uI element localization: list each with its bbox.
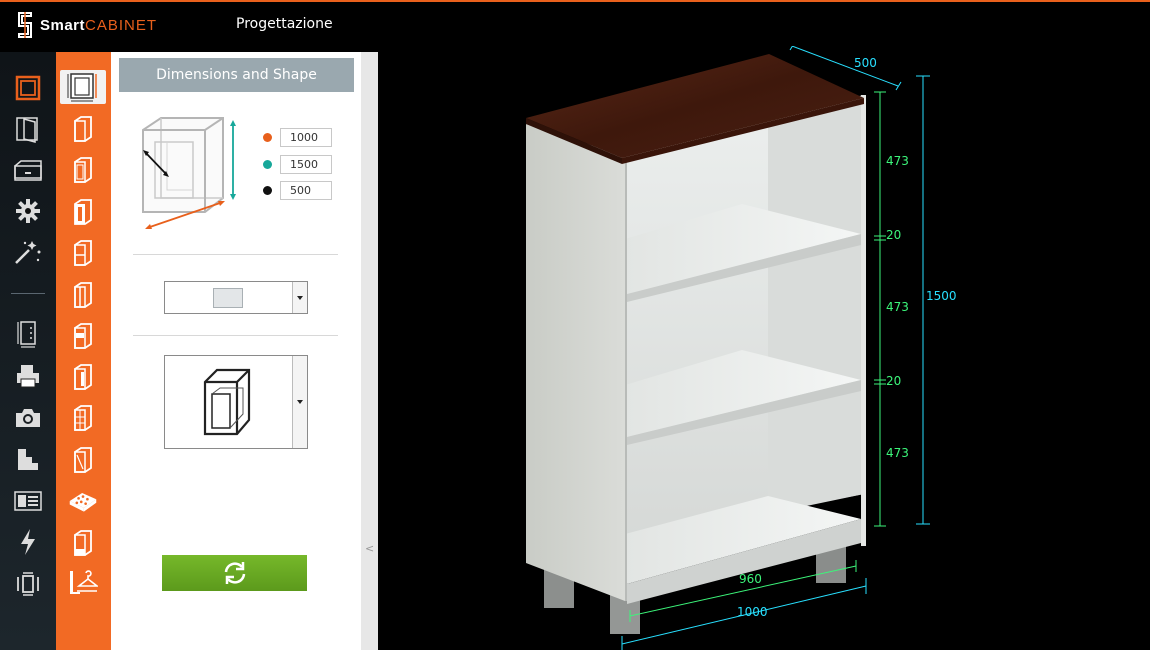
hanger-rail-icon[interactable] (68, 565, 98, 599)
cabinet-type-7-icon[interactable] (68, 360, 98, 394)
height-dimension-label: 1500 (926, 289, 957, 303)
cabinet-dimensions-illustration (142, 117, 236, 229)
lightning-icon[interactable] (12, 526, 44, 558)
panel-collapse-bar[interactable]: < (361, 52, 378, 650)
cabinet-type-5-icon[interactable] (68, 278, 98, 312)
depth-row (263, 181, 332, 200)
section-1-label: 473 (886, 154, 909, 168)
gap-2-label: 20 (886, 374, 902, 388)
apply-refresh-button[interactable] (162, 555, 307, 591)
width-row (263, 128, 332, 147)
dimensions-panel: Dimensions and Shape (111, 52, 361, 650)
camera-icon[interactable] (12, 402, 44, 434)
chevron-down-icon (297, 295, 303, 300)
gear-icon[interactable] (12, 195, 44, 227)
cabinet-type-4-icon[interactable] (68, 236, 98, 270)
cabinet-type-2-icon[interactable] (68, 153, 98, 187)
stairs-icon[interactable] (12, 443, 44, 475)
cabinet-frame-icon[interactable] (12, 72, 44, 104)
logo-mark-icon (18, 12, 32, 38)
section-title: Progettazione (236, 16, 333, 32)
app-window: SmartCABINET Progettazione Dimensions an… (0, 0, 1150, 650)
material-select[interactable] (164, 281, 308, 314)
drawer-icon[interactable] (12, 155, 44, 187)
chevron-left-icon[interactable]: < (365, 542, 374, 555)
refresh-icon (224, 562, 245, 584)
cabinet-type-9-icon[interactable] (68, 443, 98, 477)
nav-divider (11, 293, 45, 294)
main-nav (0, 52, 56, 650)
cabinet-type-strip (56, 52, 111, 650)
section-3-label: 473 (886, 446, 909, 460)
shape-dropdown-button[interactable] (292, 356, 307, 448)
height-color-dot (263, 160, 272, 169)
3d-viewport[interactable]: 500 1500 473 20 473 20 473 960 1000 (378, 46, 1150, 650)
magic-wand-icon[interactable] (12, 236, 44, 268)
panel-cutlist-icon[interactable] (12, 318, 44, 350)
layout-list-icon[interactable] (12, 485, 44, 517)
gap-1-label: 20 (886, 228, 902, 242)
dimensions-shape-icon[interactable] (60, 70, 106, 104)
material-swatch (213, 288, 243, 308)
depth-color-dot (263, 186, 272, 195)
outer-width-label: 1000 (737, 605, 768, 619)
inner-width-label: 960 (739, 572, 762, 586)
app-brand: SmartCABINET (40, 16, 158, 34)
depth-dimension-label: 500 (854, 56, 877, 70)
panel-header: Dimensions and Shape (119, 58, 354, 92)
cabinet-type-1-icon[interactable] (68, 112, 98, 146)
section-2-label: 473 (886, 300, 909, 314)
dimension-lines (621, 46, 930, 650)
cabinet-type-3-icon[interactable] (68, 195, 98, 229)
cabinet-type-11-icon[interactable] (68, 526, 98, 560)
cabinet-type-6-icon[interactable] (68, 319, 98, 353)
cabinet-holes-icon[interactable] (68, 484, 98, 518)
app-logo: SmartCABINET (16, 12, 157, 38)
width-color-dot (263, 133, 272, 142)
cabinet-grid-icon[interactable] (68, 401, 98, 435)
depth-input[interactable] (280, 181, 332, 200)
panel-divider (133, 335, 338, 336)
width-input[interactable] (280, 128, 332, 147)
compact-icon[interactable] (12, 568, 44, 600)
chevron-down-icon (297, 400, 303, 404)
material-dropdown-button[interactable] (292, 282, 307, 313)
shape-select[interactable] (164, 355, 308, 449)
panel-divider (133, 254, 338, 255)
cabinet-shape-preview-icon (203, 368, 251, 436)
height-row (263, 155, 332, 174)
top-bar: SmartCABINET Progettazione (0, 0, 1150, 46)
door-icon[interactable] (12, 113, 44, 145)
printer-icon[interactable] (12, 360, 44, 392)
height-input[interactable] (280, 155, 332, 174)
